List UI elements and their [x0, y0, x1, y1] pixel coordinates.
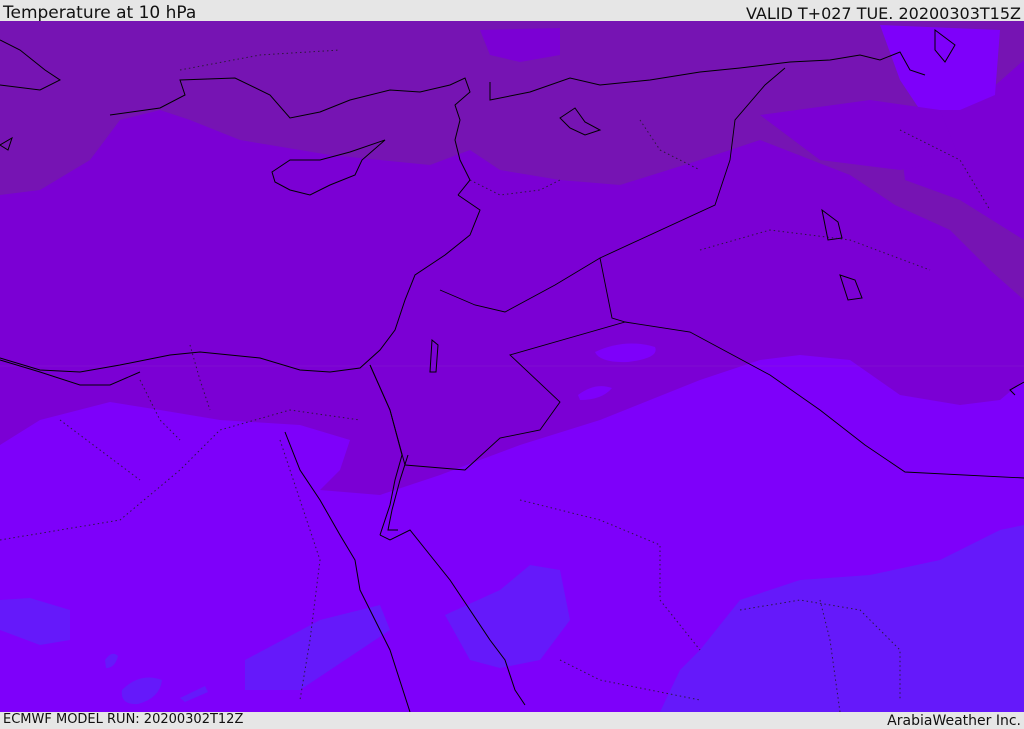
map-canvas — [0, 21, 1024, 712]
header-bar: Temperature at 10 hPa VALID T+027 TUE. 2… — [0, 0, 1024, 23]
model-run-label: ECMWF MODEL RUN: 20200302T12Z — [3, 712, 244, 727]
footer-bar: ECMWF MODEL RUN: 20200302T12Z ArabiaWeat… — [0, 712, 1024, 729]
map-area[interactable] — [0, 21, 1024, 712]
brand-label: ArabiaWeather Inc. — [887, 713, 1021, 729]
